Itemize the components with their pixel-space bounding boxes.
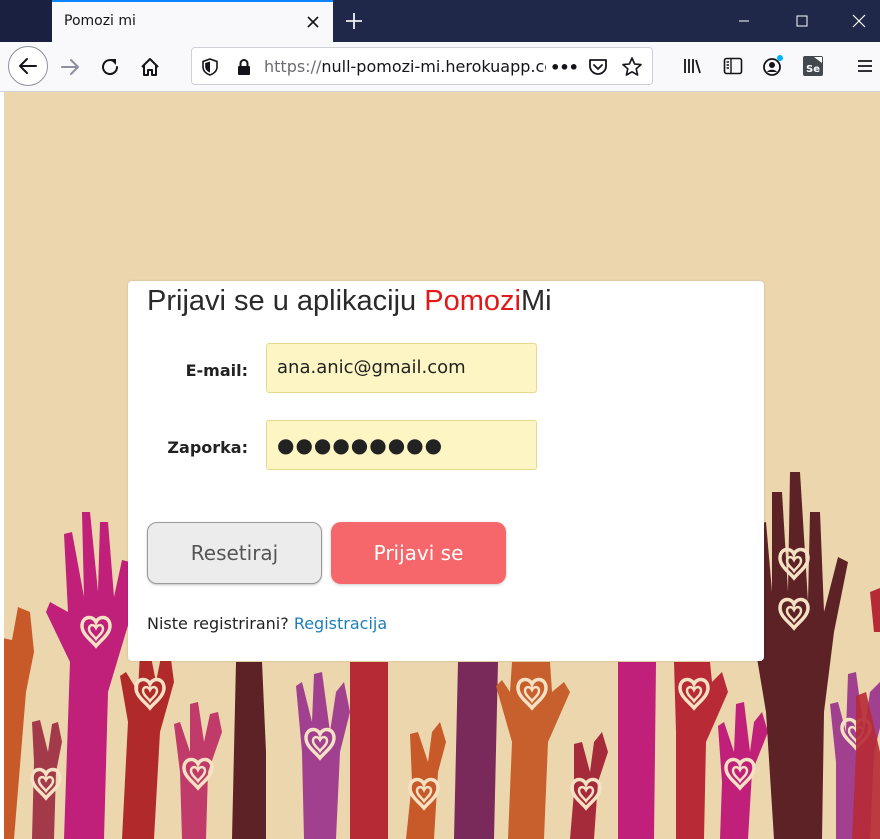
- browser-navbar: https://null-pomozi-mi.herokuapp.co •••: [0, 42, 880, 92]
- forward-arrow-icon: [61, 59, 79, 75]
- brand-name-rest: Mi: [520, 285, 552, 317]
- hand-2: [46, 512, 132, 839]
- reload-button[interactable]: [93, 50, 127, 84]
- browser-titlebar: Pomozi mi: [0, 0, 880, 42]
- close-window-button[interactable]: [836, 0, 880, 42]
- hand-1: [4, 607, 34, 839]
- sidebar-icon: [723, 57, 743, 75]
- hand-16: [756, 472, 848, 839]
- back-button[interactable]: [8, 46, 48, 86]
- hand-19: [870, 588, 880, 632]
- home-button[interactable]: [133, 50, 167, 84]
- register-prompt: Niste registrirani?: [147, 614, 294, 633]
- close-tab-icon[interactable]: [303, 12, 323, 32]
- lock-icon[interactable]: [234, 57, 254, 77]
- selenium-extension-button[interactable]: Se: [801, 54, 825, 78]
- register-row: Niste registrirani? Registracija: [147, 614, 387, 633]
- tab-title: Pomozi mi: [64, 13, 136, 29]
- hand-15: [718, 702, 768, 839]
- menu-button[interactable]: [853, 54, 877, 78]
- maximize-button[interactable]: [779, 0, 825, 42]
- pocket-button[interactable]: [586, 55, 610, 79]
- bookmark-star-button[interactable]: [620, 55, 644, 79]
- back-arrow-icon: [19, 58, 37, 74]
- hamburger-menu-icon: [858, 60, 872, 72]
- url-scheme: https://: [264, 57, 322, 76]
- login-button[interactable]: Prijavi se: [331, 522, 506, 584]
- hand-4: [30, 720, 62, 839]
- title-text: Prijavi se u aplikaciju: [147, 285, 425, 317]
- url-bar[interactable]: https://null-pomozi-mi.herokuapp.co •••: [191, 47, 653, 85]
- hand-6: [232, 662, 266, 839]
- page-actions-menu[interactable]: •••: [550, 55, 579, 79]
- home-icon: [141, 58, 159, 76]
- url-text[interactable]: https://null-pomozi-mi.herokuapp.co: [264, 57, 546, 76]
- hand-13: [618, 662, 656, 839]
- reset-button[interactable]: Resetiraj: [147, 522, 322, 584]
- library-button[interactable]: [681, 54, 705, 78]
- account-icon: [763, 55, 783, 76]
- browser-tab[interactable]: Pomozi mi: [52, 0, 333, 42]
- hand-11: [496, 662, 570, 839]
- forward-button[interactable]: [53, 50, 87, 84]
- selenium-ide-icon: Se: [803, 56, 823, 76]
- sidebar-button[interactable]: [721, 54, 745, 78]
- minimize-icon: [739, 20, 749, 22]
- hand-3: [120, 652, 174, 839]
- hand-5: [174, 702, 222, 839]
- tracking-protection-shield-icon[interactable]: [200, 57, 220, 77]
- hand-8: [350, 662, 388, 839]
- minimize-button[interactable]: [721, 0, 767, 42]
- svg-text:Se: Se: [806, 64, 820, 75]
- star-icon: [622, 57, 642, 76]
- password-field[interactable]: ●●●●●●●●●: [266, 420, 537, 470]
- new-tab-icon[interactable]: [342, 9, 366, 33]
- email-label: E-mail:: [185, 361, 248, 380]
- login-title: Prijavi se u aplikaciju PomoziMi: [147, 285, 552, 318]
- close-window-icon: [852, 14, 866, 28]
- url-host: null-pomozi-mi.herokuapp.co: [321, 57, 546, 76]
- login-card: Prijavi se u aplikaciju PomoziMi E-mail:…: [128, 281, 764, 661]
- reload-icon: [102, 59, 119, 76]
- hand-10: [454, 662, 498, 839]
- pocket-icon: [589, 59, 607, 75]
- library-icon: [684, 59, 701, 74]
- hand-7: [296, 672, 350, 839]
- register-link[interactable]: Registracija: [294, 614, 387, 633]
- email-field[interactable]: ana.anic@gmail.com: [266, 343, 537, 393]
- hand-9: [406, 722, 446, 839]
- password-label: Zaporka:: [167, 438, 248, 457]
- account-button[interactable]: [761, 54, 785, 78]
- maximize-icon: [796, 15, 808, 27]
- brand-name-red: Pomozi: [424, 285, 521, 317]
- hand-12: [570, 732, 608, 839]
- titlebar-left-strip: [0, 0, 52, 42]
